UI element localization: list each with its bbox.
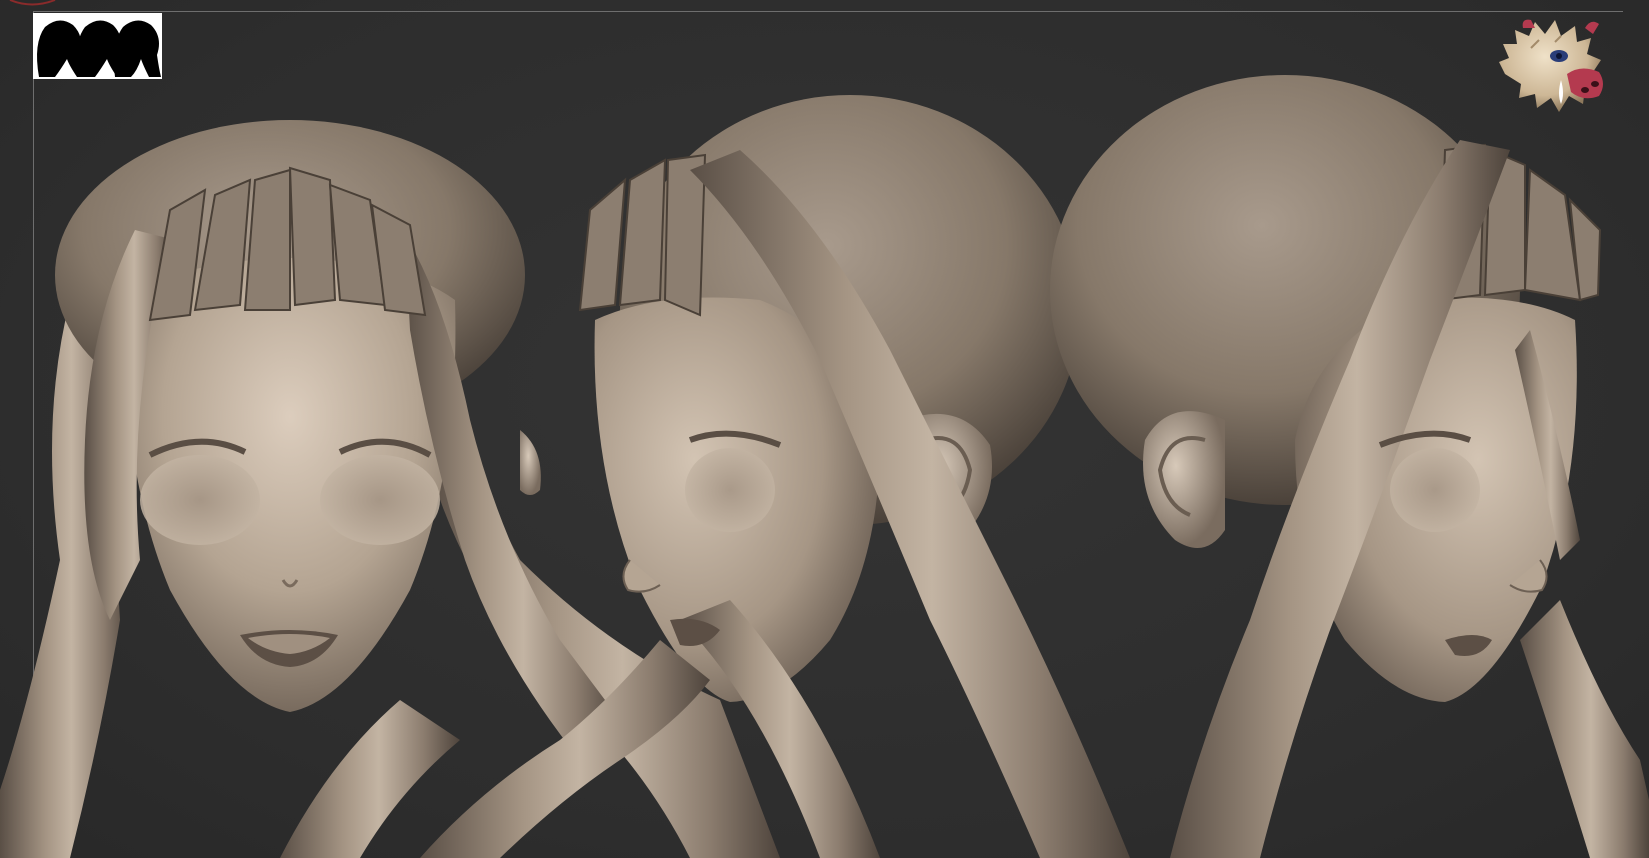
sculpt-scene [0,75,1649,858]
sculpt-viewport[interactable] [0,0,1649,858]
right-view-head [1050,75,1649,858]
